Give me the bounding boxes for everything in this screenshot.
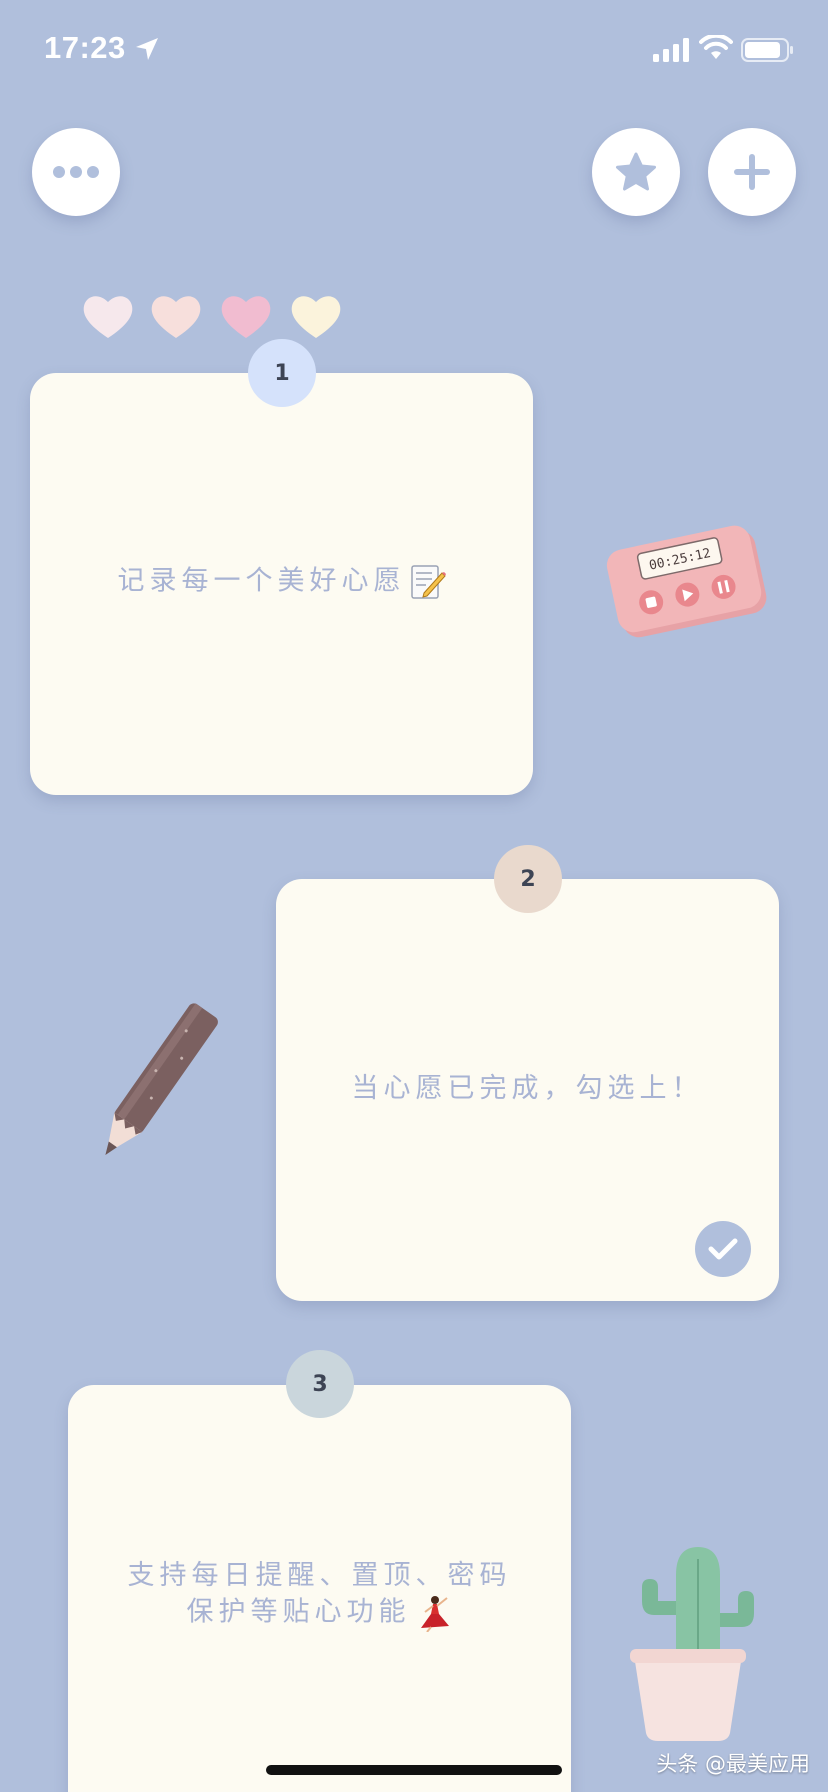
cellular-signal-icon [653, 38, 689, 62]
cactus-sticker-decoration [630, 1547, 754, 1741]
wifi-icon [699, 35, 733, 59]
watermark: 头条 @最美应用 [656, 1752, 810, 1776]
hearts-decoration [83, 296, 341, 338]
wish-card-1[interactable]: 记录每一个美好心愿 [30, 373, 533, 795]
card-number-badge: 1 [248, 339, 316, 407]
more-button[interactable] [32, 128, 120, 216]
check-icon [708, 1238, 738, 1260]
memo-icon [410, 565, 446, 599]
plus-icon [734, 154, 770, 190]
star-icon [616, 152, 656, 191]
complete-toggle[interactable] [695, 1221, 751, 1277]
home-indicator[interactable] [266, 1765, 562, 1775]
location-arrow-icon [136, 38, 158, 60]
status-bar: 17:23 [0, 0, 828, 100]
ellipsis-icon [53, 166, 99, 178]
favorites-button[interactable] [592, 128, 680, 216]
wish-card-3[interactable]: 支持每日提醒、置顶、密码保护等贴心功能 [68, 1385, 571, 1792]
pencil-sticker-decoration [105, 1003, 218, 1155]
wish-text: 记录每一个美好心愿 [117, 565, 406, 597]
wish-text: 支持每日提醒、置顶、密码保护等贴心功能 [127, 1560, 512, 1628]
dancer-icon [420, 1596, 449, 1632]
wish-card-2[interactable]: 当心愿已完成，勾选上！ [276, 879, 779, 1301]
battery-icon [741, 38, 793, 62]
add-wish-button[interactable] [708, 128, 796, 216]
status-time: 17:23 [44, 30, 126, 65]
wish-text: 当心愿已完成，勾选上！ [351, 1073, 704, 1104]
card-number-badge: 2 [494, 845, 562, 913]
timer-sticker-decoration: 00:25:12 [606, 525, 767, 638]
card-number-badge: 3 [286, 1350, 354, 1418]
